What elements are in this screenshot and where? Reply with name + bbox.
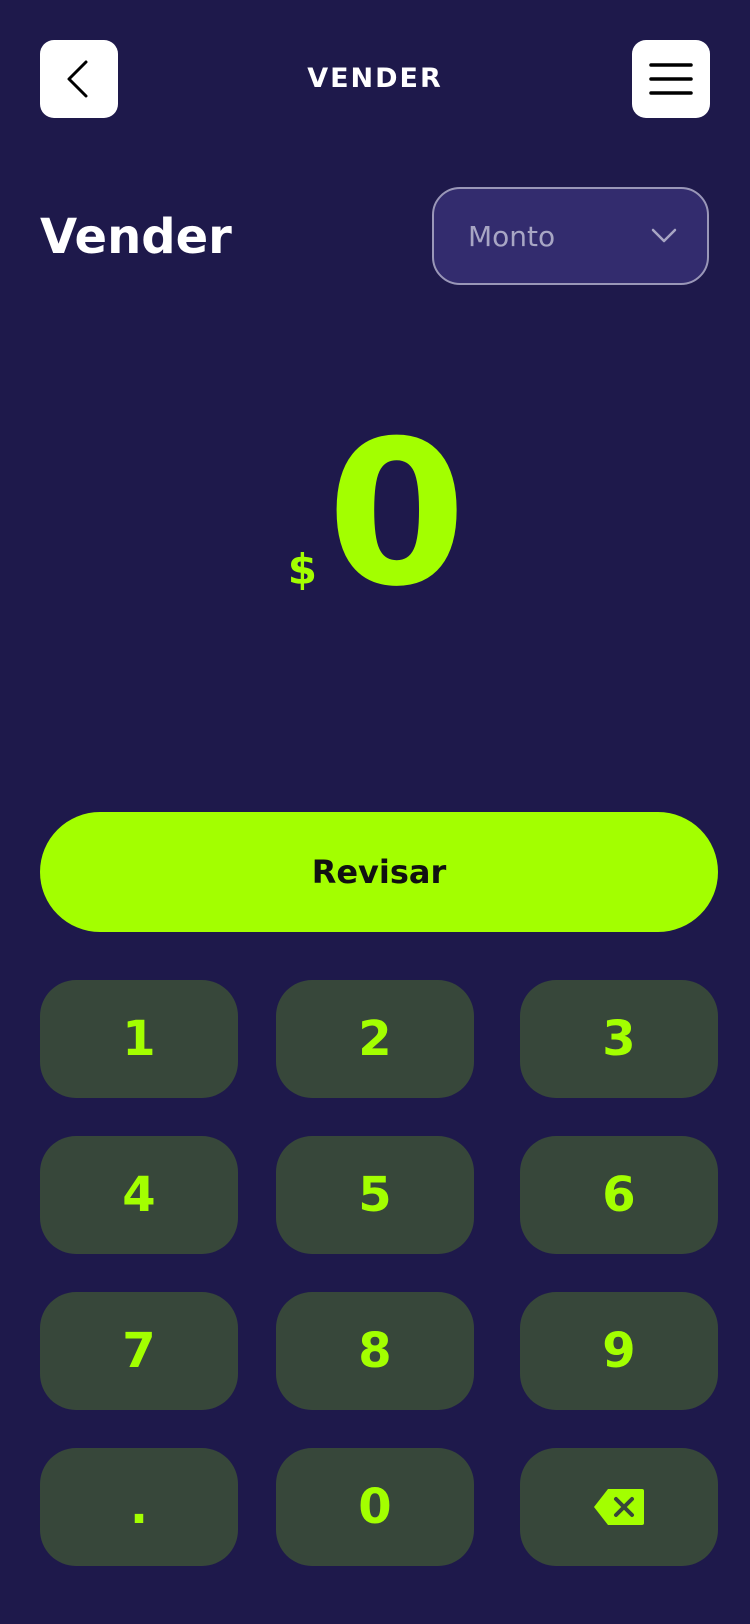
key-6[interactable]: 6 [520, 1136, 718, 1254]
currency-symbol: $ [287, 545, 318, 594]
backspace-icon [594, 1489, 644, 1525]
key-7[interactable]: 7 [40, 1292, 238, 1410]
key-8[interactable]: 8 [276, 1292, 474, 1410]
key-1[interactable]: 1 [40, 980, 238, 1098]
key-decimal[interactable]: . [40, 1448, 238, 1566]
key-3[interactable]: 3 [520, 980, 718, 1098]
chevron-down-icon [651, 228, 677, 243]
page-title: Vender [40, 209, 232, 265]
hamburger-menu-icon [649, 63, 693, 95]
mode-dropdown[interactable]: Monto [432, 187, 709, 285]
dropdown-selected-value: Monto [468, 219, 556, 253]
amount-display: $ 0 [0, 398, 750, 631]
review-button[interactable]: Revisar [40, 812, 718, 932]
key-0[interactable]: 0 [276, 1448, 474, 1566]
key-9[interactable]: 9 [520, 1292, 718, 1410]
key-2[interactable]: 2 [276, 980, 474, 1098]
key-5[interactable]: 5 [276, 1136, 474, 1254]
key-4[interactable]: 4 [40, 1136, 238, 1254]
menu-button[interactable] [632, 40, 710, 118]
amount-value: 0 [327, 398, 466, 631]
backspace-key[interactable] [520, 1448, 718, 1566]
